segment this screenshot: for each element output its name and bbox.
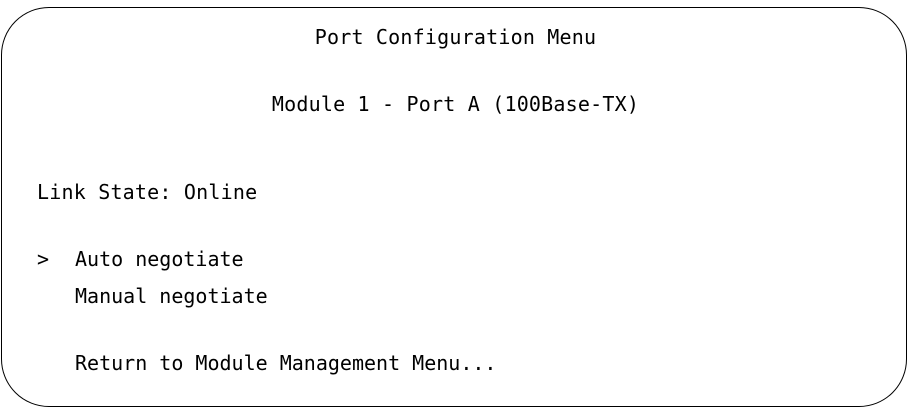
selection-cursor: > bbox=[37, 247, 50, 271]
menu-option-label: Auto negotiate bbox=[75, 247, 244, 271]
terminal-frame bbox=[1, 7, 907, 407]
link-state-line: Link State: Online bbox=[37, 180, 257, 204]
menu-option-manual-negotiate[interactable]: Manual negotiate bbox=[37, 284, 268, 308]
menu-option-label: Return to Module Management Menu... bbox=[75, 351, 497, 375]
menu-option-label: Manual negotiate bbox=[75, 284, 268, 308]
menu-option-auto-negotiate[interactable]: > Auto negotiate bbox=[37, 247, 244, 271]
menu-title: Port Configuration Menu bbox=[314, 25, 597, 49]
link-state-value: Online bbox=[183, 180, 258, 204]
link-state-label: Link State: bbox=[37, 180, 172, 204]
port-subtitle: Module 1 - Port A (100Base-TX) bbox=[271, 92, 640, 116]
menu-option-return[interactable]: Return to Module Management Menu... bbox=[37, 351, 496, 375]
